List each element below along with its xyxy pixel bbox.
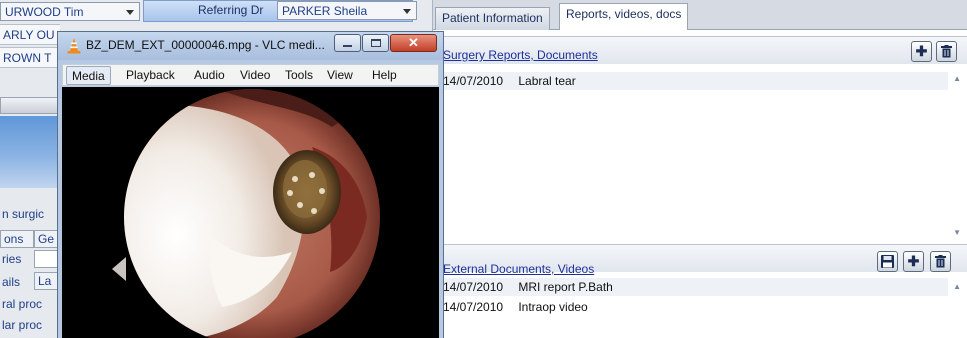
row-date: 14/07/2010 xyxy=(443,280,504,294)
delete-button[interactable] xyxy=(930,251,951,272)
vlc-menu-bar: Media Playback Audio Video Tools View He… xyxy=(62,64,439,86)
trash-icon xyxy=(935,255,946,268)
row-date: 14/07/2010 xyxy=(443,74,504,88)
row-label: MRI report P.Bath xyxy=(518,280,613,294)
separator-bar xyxy=(0,97,62,114)
menu-media[interactable]: Media xyxy=(66,66,111,85)
scroll-down-icon[interactable]: ▼ xyxy=(953,228,961,237)
surgery-section-title[interactable]: Surgery Reports, Documents xyxy=(443,48,598,62)
row-label: Intraop video xyxy=(518,300,588,314)
list-item-label: ROWN T xyxy=(3,51,52,65)
external-section-header: External Documents, Videos ✚ xyxy=(433,244,967,276)
video-frame[interactable] xyxy=(62,87,439,338)
table-row[interactable]: 14/07/2010 Labral tear xyxy=(433,72,948,90)
tab-patient-information[interactable]: Patient Information xyxy=(435,7,550,30)
delete-button[interactable] xyxy=(936,41,957,62)
minimize-icon xyxy=(343,45,352,47)
menu-tools[interactable]: Tools xyxy=(280,66,318,85)
tab-ons-label: ons xyxy=(4,232,24,246)
surgery-section-header: Surgery Reports, Documents ✚ xyxy=(433,36,967,64)
table-row[interactable]: 14/07/2010 Intraop video xyxy=(433,298,948,316)
add-button[interactable]: ✚ xyxy=(903,251,924,272)
tab-la-label: La xyxy=(38,274,52,288)
arthroscopy-video-image xyxy=(62,87,439,338)
procedure-label: lar proc xyxy=(2,318,43,332)
list-item[interactable]: ARLY OU xyxy=(0,24,60,45)
referring-field-value: PARKER Sheila xyxy=(282,4,368,18)
patient-combo[interactable]: URWOOD Tim xyxy=(0,2,140,21)
vlc-title-bar[interactable]: BZ_DEM_EXT_00000046.mpg - VLC medi... ✕ xyxy=(58,32,443,60)
maximize-button[interactable] xyxy=(362,34,389,52)
plus-icon: ✚ xyxy=(915,43,928,59)
vlc-window[interactable]: BZ_DEM_EXT_00000046.mpg - VLC medi... ✕ … xyxy=(57,31,444,338)
row-label: Labral tear xyxy=(518,74,576,88)
tab-strip: Patient Information Reports, videos, doc… xyxy=(433,0,967,30)
chevron-down-icon xyxy=(403,9,411,14)
referring-label: Referring Dr xyxy=(198,3,264,17)
list-item-label: ARLY OU xyxy=(3,28,55,42)
list-item[interactable]: ROWN T xyxy=(0,47,60,68)
surgical-label: n surgic xyxy=(2,207,45,221)
plus-icon: ✚ xyxy=(907,253,920,269)
row-date: 14/07/2010 xyxy=(443,300,504,314)
menu-playback[interactable]: Playback xyxy=(121,66,180,85)
floppy-disk-icon xyxy=(881,255,894,268)
scroll-up-icon[interactable]: ▲ xyxy=(953,282,961,291)
vlc-window-title: BZ_DEM_EXT_00000046.mpg - VLC medi... xyxy=(86,38,325,52)
procedure-label: ral proc xyxy=(2,297,43,311)
details-label: ails xyxy=(2,275,21,289)
save-button[interactable] xyxy=(877,251,898,272)
menu-audio[interactable]: Audio xyxy=(189,66,230,85)
menu-help[interactable]: Help xyxy=(367,66,402,85)
tab-reports-videos-docs[interactable]: Reports, videos, docs xyxy=(559,3,689,30)
external-section-title[interactable]: External Documents, Videos xyxy=(443,262,594,276)
minimize-button[interactable] xyxy=(334,34,361,52)
tab-ons[interactable]: ons xyxy=(0,230,34,248)
maximize-icon xyxy=(370,39,381,47)
right-panel: Patient Information Reports, videos, doc… xyxy=(432,0,967,338)
vlc-cone-icon xyxy=(67,38,81,54)
menu-video[interactable]: Video xyxy=(235,66,275,85)
blue-panel xyxy=(0,116,62,188)
tab-label: Reports, videos, docs xyxy=(566,7,682,21)
chevron-down-icon xyxy=(126,10,134,15)
tab-ge-label: Ge xyxy=(38,232,55,246)
scroll-up-icon[interactable]: ▲ xyxy=(953,74,961,83)
patient-combo-value: URWOOD Tim xyxy=(5,5,84,19)
close-icon: ✕ xyxy=(408,35,419,50)
table-row[interactable]: 14/07/2010 MRI report P.Bath xyxy=(433,278,948,296)
add-button[interactable]: ✚ xyxy=(911,41,932,62)
series-label: ries xyxy=(2,252,22,266)
menu-view[interactable]: View xyxy=(322,66,358,85)
referring-field[interactable]: PARKER Sheila xyxy=(277,1,417,20)
close-button[interactable]: ✕ xyxy=(390,34,437,52)
trash-icon xyxy=(941,45,952,58)
tab-label: Patient Information xyxy=(442,11,543,25)
